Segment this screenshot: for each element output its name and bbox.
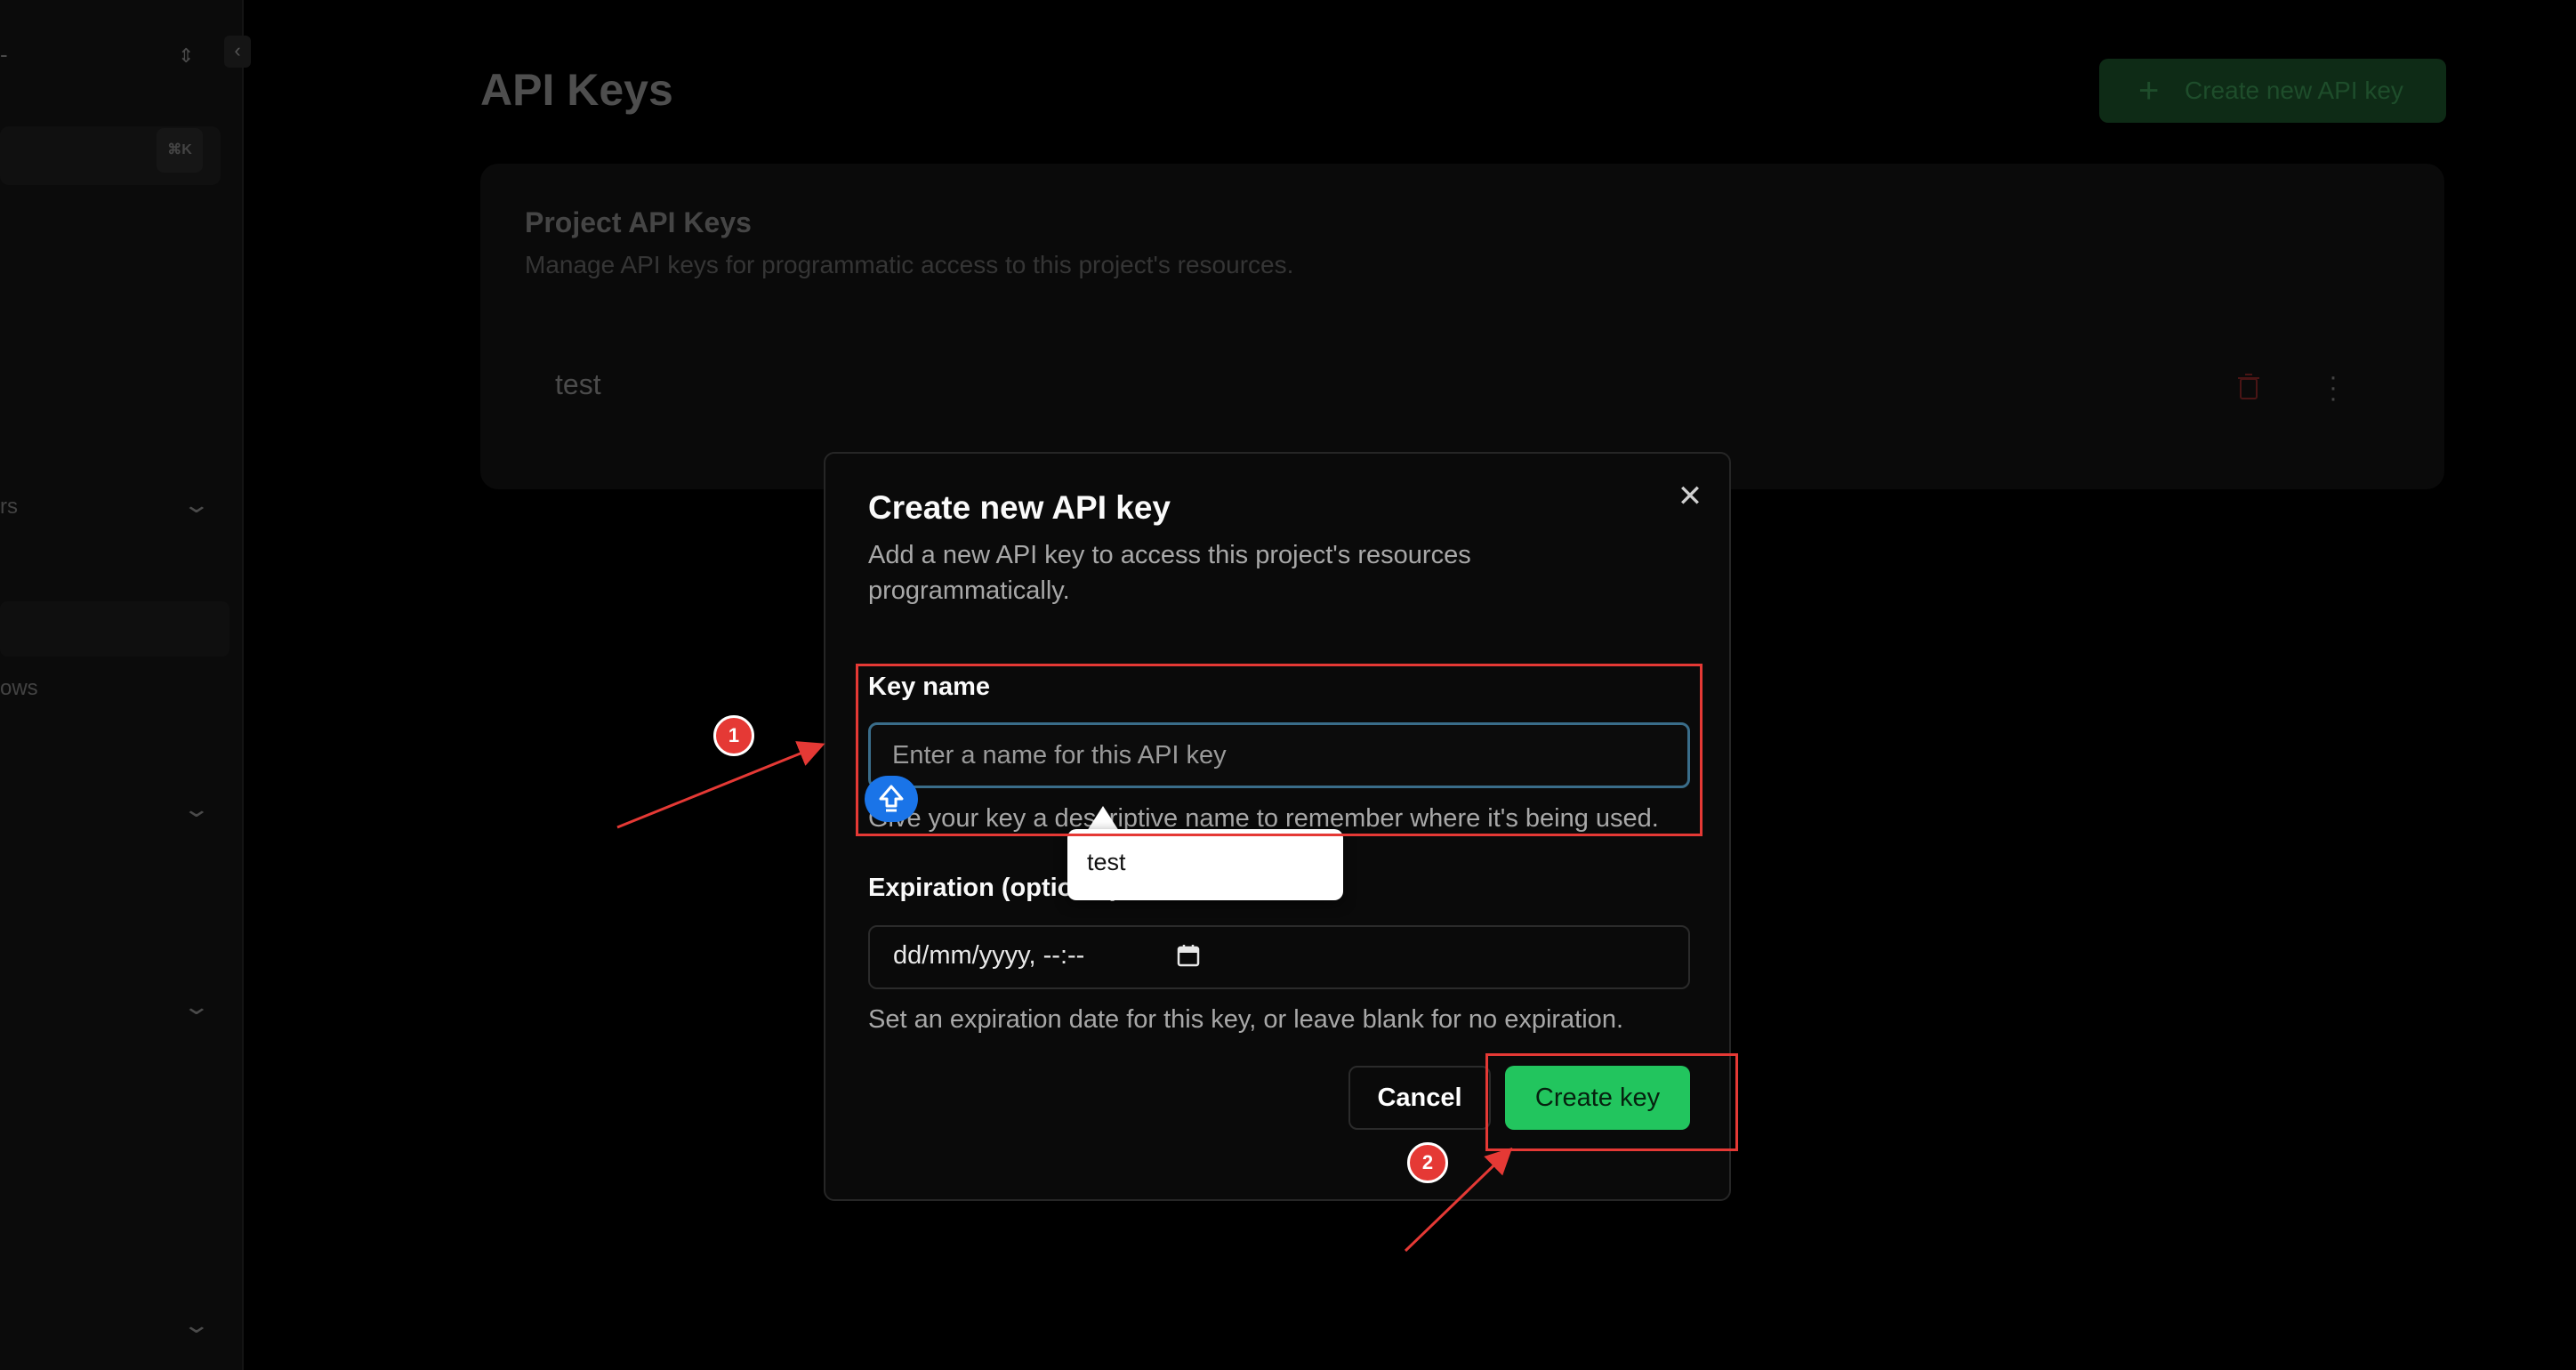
highlight-key-name: [856, 664, 1703, 836]
sidebar-item-label[interactable]: ows: [0, 676, 38, 701]
search-shortcut-badge: ⌘K: [157, 128, 203, 173]
expiration-hint: Set an expiration date for this key, or …: [868, 1005, 1624, 1034]
page-title: API Keys: [480, 65, 673, 115]
card-description: Manage API keys for programmatic access …: [525, 251, 1294, 278]
cancel-button[interactable]: Cancel: [1348, 1066, 1491, 1130]
plus-icon: +: [2138, 71, 2160, 110]
api-keys-card: [480, 164, 2444, 489]
sidebar-item-label[interactable]: rs: [0, 495, 18, 520]
close-icon[interactable]: ✕: [1676, 479, 1704, 514]
chevron-down-icon[interactable]: ⌄: [182, 993, 212, 1020]
sidebar-collapse-icon[interactable]: ‹: [224, 36, 251, 68]
chevron-down-icon[interactable]: ⌄: [182, 491, 212, 519]
create-api-key-button[interactable]: + Create new API key: [2099, 59, 2446, 123]
dialog-title: Create new API key: [868, 489, 1171, 526]
trash-icon[interactable]: [2238, 374, 2259, 400]
dialog-description: Add a new API key to access this project…: [868, 541, 1471, 605]
create-api-key-label: Create new API key: [2185, 77, 2403, 104]
chevron-down-icon[interactable]: ⌄: [182, 1311, 212, 1339]
more-vertical-icon[interactable]: · · ·: [2329, 364, 2338, 412]
highlight-create-key: [1485, 1053, 1738, 1151]
project-switcher-icon[interactable]: ⇕: [178, 44, 194, 68]
calendar-icon[interactable]: [1176, 943, 1201, 968]
autocomplete-suggestion[interactable]: test: [1087, 849, 1126, 876]
step-badge-1: 1: [713, 715, 754, 756]
api-key-row-name: test: [555, 368, 601, 400]
annotation-arrow-1: [616, 741, 825, 829]
expiration-value: dd/mm/yyyy, --:--: [893, 941, 1085, 970]
card-title: Project API Keys: [525, 206, 752, 238]
sidebar-item-active[interactable]: [0, 601, 229, 657]
step-badge-2: 2: [1407, 1142, 1448, 1183]
sidebar-project-name-fragment: -: [0, 41, 8, 68]
chevron-down-icon[interactable]: ⌄: [182, 795, 212, 823]
